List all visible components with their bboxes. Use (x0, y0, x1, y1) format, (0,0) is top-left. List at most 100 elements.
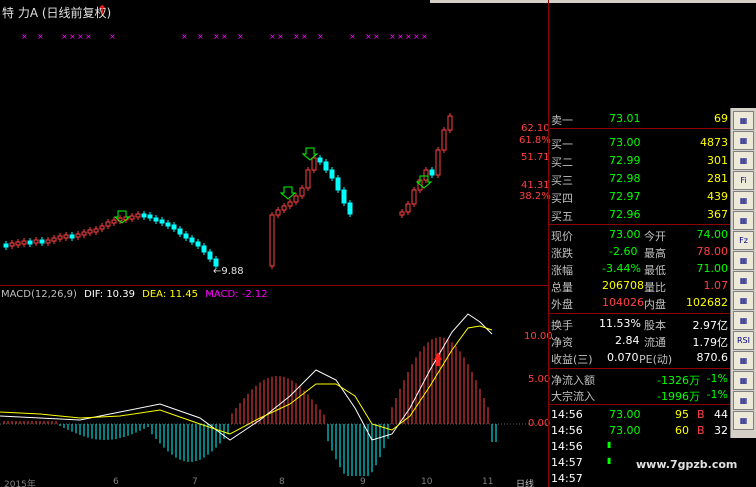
candle-body (305, 169, 311, 189)
date-tick: 11 (482, 477, 494, 487)
chart-tool-icon: ▦ (739, 396, 748, 405)
chart-tool-icon: ▦ (739, 196, 748, 205)
order-label: 买三 (551, 174, 573, 187)
toolbar-button[interactable]: ▦ (733, 151, 754, 170)
signal-marker: × (237, 32, 244, 41)
fib-level-382: 38.2% (519, 191, 551, 202)
stat-label: 涨幅 (551, 264, 573, 277)
separator (549, 404, 730, 405)
signal-marker: × (85, 32, 92, 41)
stat-value: -1996万 (657, 390, 700, 403)
toolbar-button[interactable]: ▦ (733, 191, 754, 210)
quote-panel: 卖一 73.01 69 买一 73.00 4873 买二 72.99 301 买… (549, 108, 730, 487)
tick-time: 14:56 (551, 408, 583, 421)
order-label: 买一 (551, 138, 573, 151)
candle-body (399, 211, 405, 216)
toolbar-button[interactable]: ▦ (733, 271, 754, 290)
stat-value: 74.00 (696, 228, 729, 241)
date-tick: 7 (192, 477, 198, 487)
order-label: 卖一 (551, 114, 573, 127)
stat-row-shouyi: 收益(三) 0.070 PE(动) 870.6 (549, 351, 730, 366)
price-label-low: 41.31 (521, 180, 550, 191)
candle-body (141, 213, 147, 218)
period-label[interactable]: 日线 (516, 477, 534, 487)
stat-label: 股本 (644, 319, 666, 332)
toolbar-button[interactable]: ▦ (733, 391, 754, 410)
toolbar-button[interactable]: ▦ (733, 291, 754, 310)
candle-body (87, 229, 93, 234)
stat-row-zongliang: 总量 206708 量比 1.07 (549, 279, 730, 294)
date-tick: 8 (279, 477, 285, 487)
candle-body (347, 202, 353, 215)
capital-flow-bulk: 大宗流入 -1996万 -1% (549, 388, 730, 403)
stat-row-huanshou: 换手 11.53% 股本 2.97亿 (549, 317, 730, 332)
candlestick-chart[interactable]: × × × × × × × × × × × × × × × × × × × × × × × × × (0, 0, 548, 285)
candle-body (189, 237, 195, 243)
toolbar-button[interactable]: Fi (733, 171, 754, 190)
stat-value: 2.97亿 (692, 319, 729, 332)
macd-macd-value: MACD: -2.12 (205, 289, 268, 300)
candle-body (287, 201, 293, 207)
toolbar-button[interactable]: ▦ (733, 371, 754, 390)
candle-body (165, 222, 171, 227)
watermark-text: www.7gpzb.com (636, 458, 738, 471)
toolbar-button[interactable]: ▦ (733, 411, 754, 430)
stat-label: 现价 (551, 230, 573, 243)
stat-label: 今开 (644, 230, 666, 243)
candle-body (51, 237, 57, 242)
stat-row-zhangfu: 涨幅 -3.44% 最低 71.00 (549, 262, 730, 277)
stat-label: 收益(三) (551, 353, 593, 366)
tick-volume: 95 (675, 408, 689, 421)
stat-label: PE(动) (639, 353, 673, 366)
signal-marker: × (213, 32, 220, 41)
signal-marker: × (197, 32, 204, 41)
toolbar-button[interactable]: ▦ (733, 111, 754, 130)
signal-marker: × (277, 32, 284, 41)
toolbar-button[interactable]: ▦ (733, 131, 754, 150)
candle-body (57, 235, 63, 240)
order-price: 72.98 (609, 172, 641, 185)
toolbar-button[interactable]: RSI (733, 331, 754, 350)
fib-level-618: 61.8% (519, 135, 551, 146)
stat-value: 206708 (602, 279, 644, 292)
low-price-marker: ←9.88 (213, 266, 244, 277)
toolbar-button[interactable]: ▦ (733, 251, 754, 270)
signal-marker: × (61, 32, 68, 41)
candle-body (63, 234, 69, 239)
signal-marker: × (397, 32, 404, 41)
tick-price: ▮ (607, 440, 612, 449)
down-arrow-icon (279, 186, 297, 200)
stat-pct: -1% (706, 388, 728, 401)
candle-body (423, 169, 429, 181)
toolbar-button[interactable]: Fz (733, 231, 754, 250)
toolbar-button[interactable]: ▦ (733, 311, 754, 330)
candle-body (105, 221, 111, 227)
stat-value: -1326万 (657, 374, 700, 387)
chart-tool-icon: ▦ (739, 416, 748, 425)
candle-body (341, 189, 347, 204)
tick-volume: 60 (675, 424, 689, 437)
chart-tool-icon: ▦ (739, 136, 748, 145)
tick-direction: B (697, 408, 705, 421)
chart-tool-icon: ▦ (739, 116, 748, 125)
candle-body (299, 187, 305, 197)
candle-body (195, 241, 201, 247)
candle-body (317, 157, 323, 163)
macd-chart[interactable] (0, 300, 548, 476)
order-book-buy2: 买二 72.99 301 (549, 154, 730, 169)
signal-marker: × (349, 32, 356, 41)
stat-label: 净资 (551, 336, 573, 349)
candle-body (429, 169, 435, 176)
dea-line (0, 325, 493, 435)
tick-time: 14:56 (551, 424, 583, 437)
candle-body (21, 240, 27, 245)
toolbar-button[interactable]: ▦ (733, 351, 754, 370)
toolbar-button[interactable]: ▦ (733, 211, 754, 230)
candle-body (275, 209, 281, 216)
signal-marker: × (317, 32, 324, 41)
chart-tool-icon: ▦ (739, 156, 748, 165)
candle-body (435, 149, 441, 176)
stat-label: 内盘 (644, 298, 666, 311)
order-volume: 281 (707, 172, 728, 185)
order-label: 买五 (551, 210, 573, 223)
